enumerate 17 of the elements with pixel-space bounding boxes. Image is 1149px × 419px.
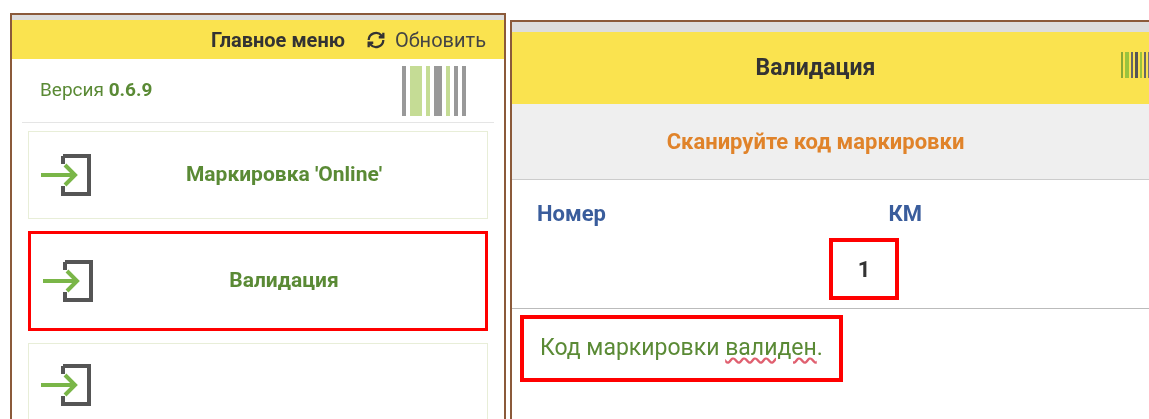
header-title: Валидация [755,52,876,83]
menu-item[interactable]: Валидация [28,231,488,331]
enter-icon [43,260,95,302]
enter-icon [41,364,93,406]
menu-item[interactable]: Маркировка 'Online' [28,131,488,219]
status-message: Код маркировки валиден. [520,315,843,382]
column-header: КМ [887,200,922,228]
column-header: Номер [537,200,607,228]
table-cell: 1 [829,238,899,300]
header-title: Главное меню [210,26,345,54]
prompt-text: Сканируйте код маркировки [666,128,965,156]
barcode-icon [402,65,466,116]
menu-item[interactable] [28,343,488,419]
version-text: Версия 0.6.9 [40,77,153,104]
enter-icon [41,154,93,196]
refresh-button[interactable]: Обновить [364,24,486,55]
barcode-icon [1121,52,1149,78]
